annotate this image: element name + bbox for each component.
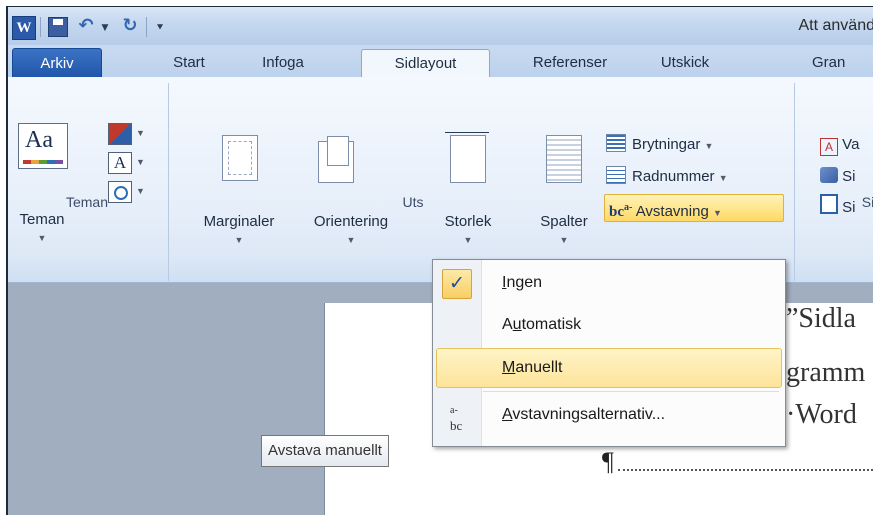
margins-icon[interactable]: [222, 135, 258, 181]
menu-item-manuellt[interactable]: Manuellt: [436, 348, 782, 388]
hyphenation-icon: bca-: [609, 202, 633, 220]
line-numbers-dropdown-icon: ▼: [718, 173, 728, 183]
group-separator: [168, 83, 169, 281]
customize-toolbar-icon[interactable]: ⯆: [154, 16, 166, 40]
margins-dropdown-icon[interactable]: ▼: [184, 235, 294, 245]
redo-icon[interactable]: ↻: [120, 13, 140, 37]
window-title: Att använd: [798, 17, 873, 34]
document-text-line: ”Sidla: [786, 303, 856, 334]
orientation-icon[interactable]: [318, 136, 354, 183]
theme-colors-icon[interactable]: [108, 123, 132, 145]
line-numbers-button[interactable]: Radnummer ▼: [606, 164, 728, 190]
size-icon[interactable]: [445, 132, 489, 183]
page-color-button[interactable]: Si: [820, 164, 856, 190]
theme-fonts-dropdown-icon[interactable]: ▼: [136, 157, 145, 167]
group-label-utskriftsformat: Uts: [402, 194, 424, 210]
word-window: W ↶ ▼ ↻ ⯆ Att använd Arkiv Start Infoga …: [6, 6, 873, 515]
margins-button-label[interactable]: Marginaler: [184, 213, 294, 230]
undo-dropdown-icon[interactable]: ▼: [100, 16, 110, 40]
tab-sidlayout[interactable]: Sidlayout: [361, 49, 490, 79]
tab-referenser[interactable]: Referenser: [515, 49, 625, 77]
check-icon: ✓: [442, 269, 472, 299]
columns-button-label[interactable]: Spalter: [518, 213, 610, 230]
theme-colors-dropdown-icon[interactable]: ▼: [136, 128, 145, 138]
orientation-dropdown-icon[interactable]: ▼: [296, 235, 406, 245]
menu-item-ingen[interactable]: ✓ Ingen: [436, 264, 782, 302]
group-separator: [794, 83, 795, 281]
tooltip: Avstava manuellt: [261, 435, 389, 467]
line-numbers-icon: [606, 166, 626, 184]
undo-icon[interactable]: ↶: [76, 13, 96, 37]
orientation-button-label[interactable]: Orientering: [296, 213, 406, 230]
page-color-icon: [820, 167, 838, 183]
breaks-label: Brytningar: [632, 136, 701, 153]
title-bar: W ↶ ▼ ↻ ⯆ Att använd: [8, 7, 873, 45]
menu-item-label: Avstavningsalternativ...: [502, 406, 666, 423]
size-dropdown-icon[interactable]: ▼: [420, 235, 516, 245]
themes-icon[interactable]: Aa: [18, 123, 68, 169]
breaks-dropdown-icon: ▼: [704, 141, 714, 151]
save-icon[interactable]: [48, 17, 68, 37]
document-text-line: gramm: [786, 357, 866, 388]
watermark-button[interactable]: A Va: [820, 132, 859, 158]
hyphenation-button[interactable]: bca- Avstavning ▼: [604, 194, 784, 222]
themes-dropdown-icon[interactable]: ▼: [10, 233, 74, 243]
theme-fonts-icon[interactable]: A: [108, 152, 132, 174]
menu-item-label: Ingen: [502, 274, 543, 291]
size-button-label[interactable]: Storlek: [420, 213, 516, 230]
quick-access-separator: [146, 17, 147, 37]
hyphenation-dropdown-menu: ✓ Ingen Automatisk Manuellt a-bc Avstavn…: [432, 259, 786, 447]
dotted-leader-line: [618, 469, 873, 471]
watermark-label: Va: [842, 136, 860, 153]
tab-utskick[interactable]: Utskick: [640, 49, 730, 77]
watermark-icon: A: [820, 138, 838, 156]
breaks-icon: [606, 134, 626, 152]
menu-separator: [483, 391, 779, 392]
group-label-teman: Teman: [65, 194, 109, 210]
tab-arkiv[interactable]: Arkiv: [12, 48, 102, 78]
quick-access-separator: [40, 17, 41, 37]
hyphenation-dropdown-icon: ▼: [712, 208, 722, 218]
columns-icon[interactable]: [546, 135, 582, 183]
hyphenation-options-icon: a-bc: [450, 405, 463, 434]
menu-item-label: Manuellt: [502, 359, 563, 376]
document-text-line: ·Word: [786, 399, 857, 430]
paragraph-mark: ¶: [602, 447, 614, 476]
group-label-page-background: Si: [861, 194, 873, 210]
tab-start[interactable]: Start: [158, 49, 220, 77]
word-app-icon[interactable]: W: [12, 16, 36, 40]
columns-dropdown-icon[interactable]: ▼: [518, 235, 610, 245]
line-numbers-label: Radnummer: [632, 168, 715, 185]
menu-item-label: Automatisk: [502, 316, 582, 333]
ribbon-panel: [8, 77, 873, 259]
hyphenation-label: Avstavning: [635, 203, 709, 220]
tab-infoga[interactable]: Infoga: [248, 49, 318, 77]
menu-item-automatisk[interactable]: Automatisk: [436, 306, 782, 344]
breaks-button[interactable]: Brytningar ▼: [606, 132, 713, 158]
tab-granska[interactable]: Gran: [812, 49, 873, 77]
menu-item-avstavningsalternativ[interactable]: a-bc Avstavningsalternativ...: [436, 396, 782, 434]
page-color-label: Si: [842, 168, 856, 185]
ribbon-tab-row: Arkiv Start Infoga Sidlayout Referenser …: [8, 45, 873, 79]
page-borders-icon: [820, 194, 838, 214]
